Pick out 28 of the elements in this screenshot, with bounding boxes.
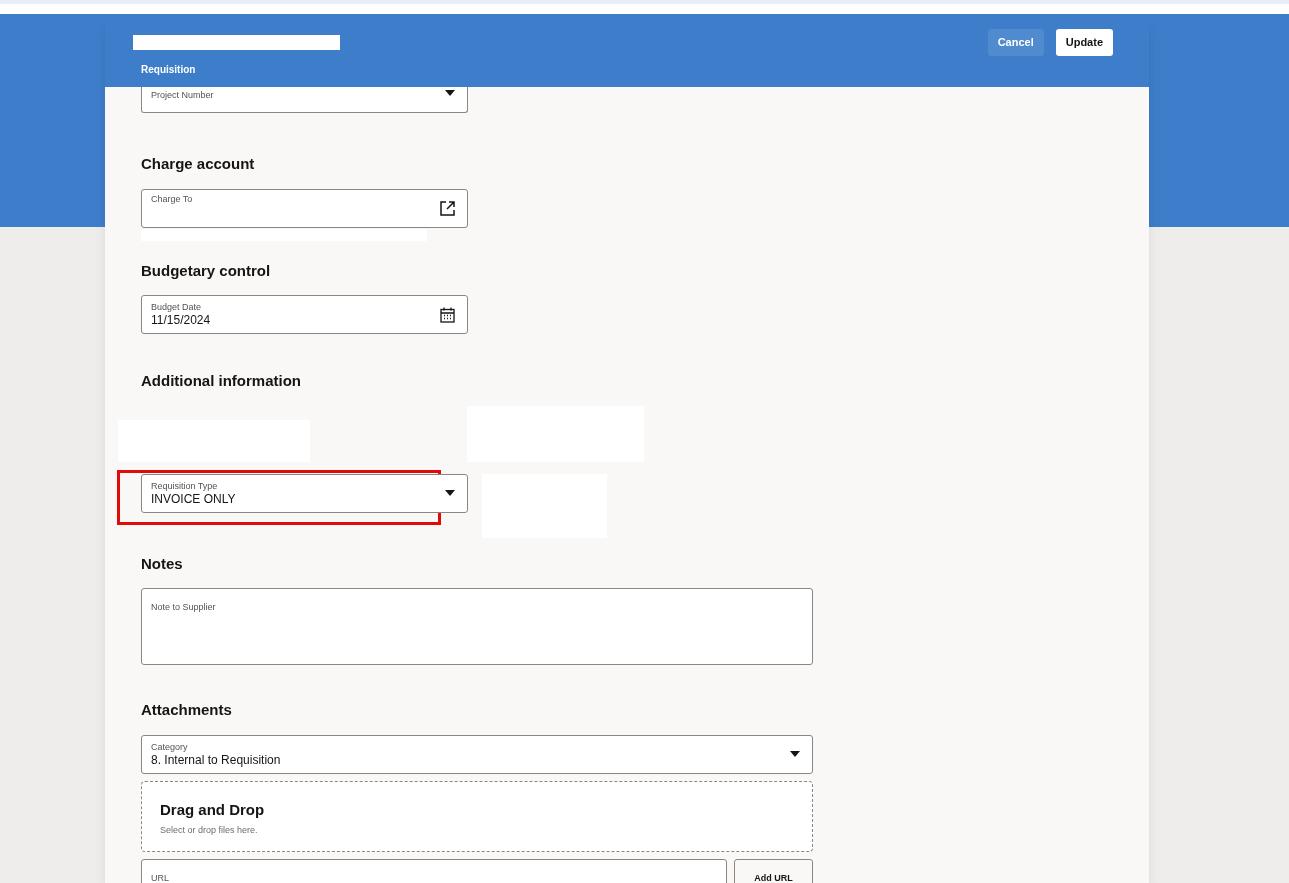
drop-zone-hint: Select or drop files here. [160,824,259,837]
cancel-button[interactable]: Cancel [987,29,1044,56]
add-url-button[interactable]: Add URL [734,858,813,883]
dropdown-field[interactable]: Project Number [141,87,468,113]
section-heading: Attachments [141,700,233,720]
page-subtitle: Requisition [141,64,196,75]
field-label: Category [151,741,189,753]
dropdown-field[interactable]: Category 8. Internal to Requisition [141,734,813,774]
field-label: Charge To [151,194,193,205]
field-label: Requisition Type [151,480,219,492]
field-label: Note to Supplier [151,602,216,613]
file-drop-zone[interactable]: Drag and Drop Select or drop files here. [141,780,813,852]
field-label: Project Number [151,90,214,101]
date-field[interactable]: Budget Date 11/15/2024 [141,295,468,334]
dropdown-field[interactable]: Requisition Type INVOICE ONLY [141,473,468,513]
field-value: 11/15/2024 [151,313,211,327]
section-heading: Charge account [141,154,256,174]
field-label: Budget Date [151,302,203,313]
section-heading: Budgetary control [141,260,272,281]
section-heading: Notes [141,553,184,574]
field-value: INVOICE ONLY [151,491,236,506]
input-field[interactable]: Charge To [141,188,468,228]
text-area-field[interactable]: Note to Supplier [141,588,813,665]
drop-zone-title: Drag and Drop [160,799,266,820]
field-value: 8. Internal to Requisition [151,752,281,767]
url-input-field[interactable]: URL [141,858,727,883]
section-heading: Additional information [141,371,302,391]
update-button[interactable]: Update [1055,29,1113,56]
